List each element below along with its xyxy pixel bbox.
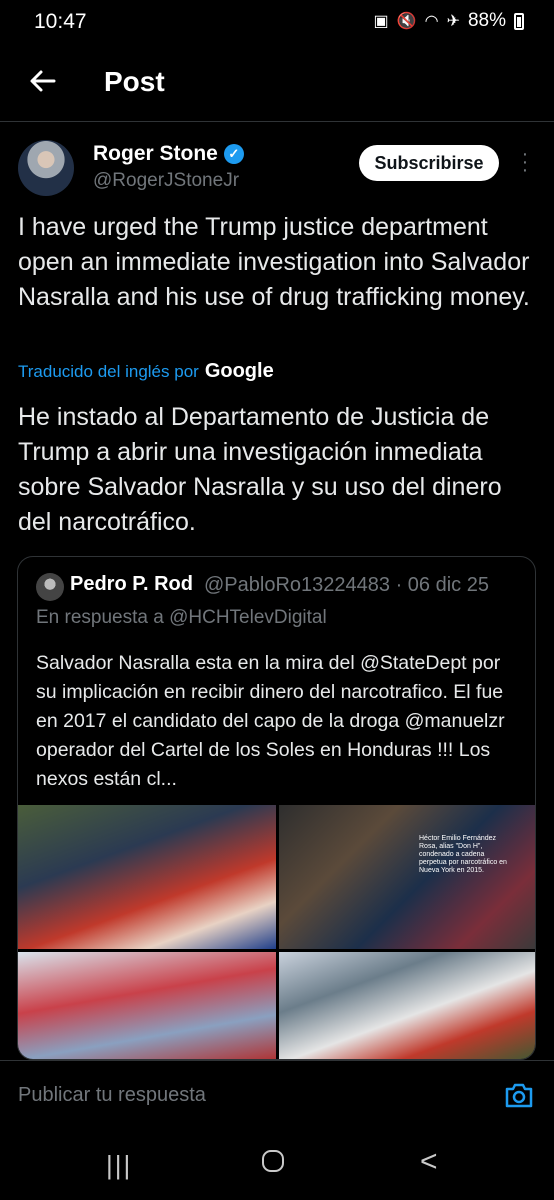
more-vertical-icon[interactable]: · · ·	[518, 144, 532, 180]
nav-back-button[interactable]: <	[420, 1145, 438, 1179]
verified-badge-icon: ✓	[223, 144, 244, 164]
wifi-icon: ◠	[424, 13, 439, 30]
page-title: Post	[104, 66, 165, 97]
media-image-2[interactable]: Héctor Emilio Fernández Rosa, alias "Don…	[279, 805, 535, 949]
quote-media-grid[interactable]: Héctor Emilio Fernández Rosa, alias "Don…	[18, 805, 535, 1059]
arrow-left-icon[interactable]	[26, 64, 60, 98]
author-name-row[interactable]: Roger Stone ✓	[93, 142, 244, 166]
translated-by[interactable]: Traducido del inglés por Google	[18, 360, 274, 383]
header-divider	[0, 121, 554, 122]
media-caption: Héctor Emilio Fernández Rosa, alias "Don…	[419, 835, 507, 874]
quote-avatar	[36, 573, 64, 601]
airplane-icon: ✈	[446, 13, 460, 30]
nfc-icon: ▣	[373, 13, 389, 30]
translated-label[interactable]: Traducido del inglés por	[18, 362, 199, 382]
avatar[interactable]	[18, 140, 74, 196]
quote-meta: @PabloRo13224483 · 06 dic 25	[204, 574, 489, 596]
home-button[interactable]	[262, 1150, 284, 1172]
quoted-post[interactable]: Pedro P. Rod @PabloRo13224483 · 06 dic 2…	[17, 556, 536, 1060]
media-image-3[interactable]	[18, 952, 276, 1059]
quote-text: Salvador Nasralla esta en la mira del @S…	[36, 652, 505, 790]
battery-icon	[514, 12, 524, 30]
author-handle[interactable]: @RogerJStoneJr	[93, 170, 239, 192]
recent-apps-button[interactable]: |||	[106, 1150, 132, 1181]
author-name[interactable]: Roger Stone	[93, 142, 218, 166]
post-translation: He instado al Departamento de Justicia d…	[18, 403, 502, 536]
media-image-4[interactable]	[279, 952, 535, 1059]
media-image-1[interactable]	[18, 805, 276, 949]
battery-percent: 88%	[467, 10, 506, 31]
reply-input[interactable]: Publicar tu respuesta	[18, 1084, 206, 1107]
subscribe-button[interactable]: Subscribirse	[359, 145, 499, 181]
status-time: 10:47	[34, 10, 87, 33]
quote-author-name: Pedro P. Rod	[70, 573, 193, 595]
camera-icon[interactable]	[504, 1081, 534, 1109]
mute-icon: 🔇	[396, 13, 417, 30]
google-logo: Google	[204, 360, 274, 382]
status-icons: ▣ 🔇 ◠ ✈ 88%	[374, 10, 524, 32]
quote-reply-to: En respuesta a @HCHTelevDigital	[36, 607, 327, 628]
post-text: I have urged the Trump justice departmen…	[18, 213, 530, 311]
